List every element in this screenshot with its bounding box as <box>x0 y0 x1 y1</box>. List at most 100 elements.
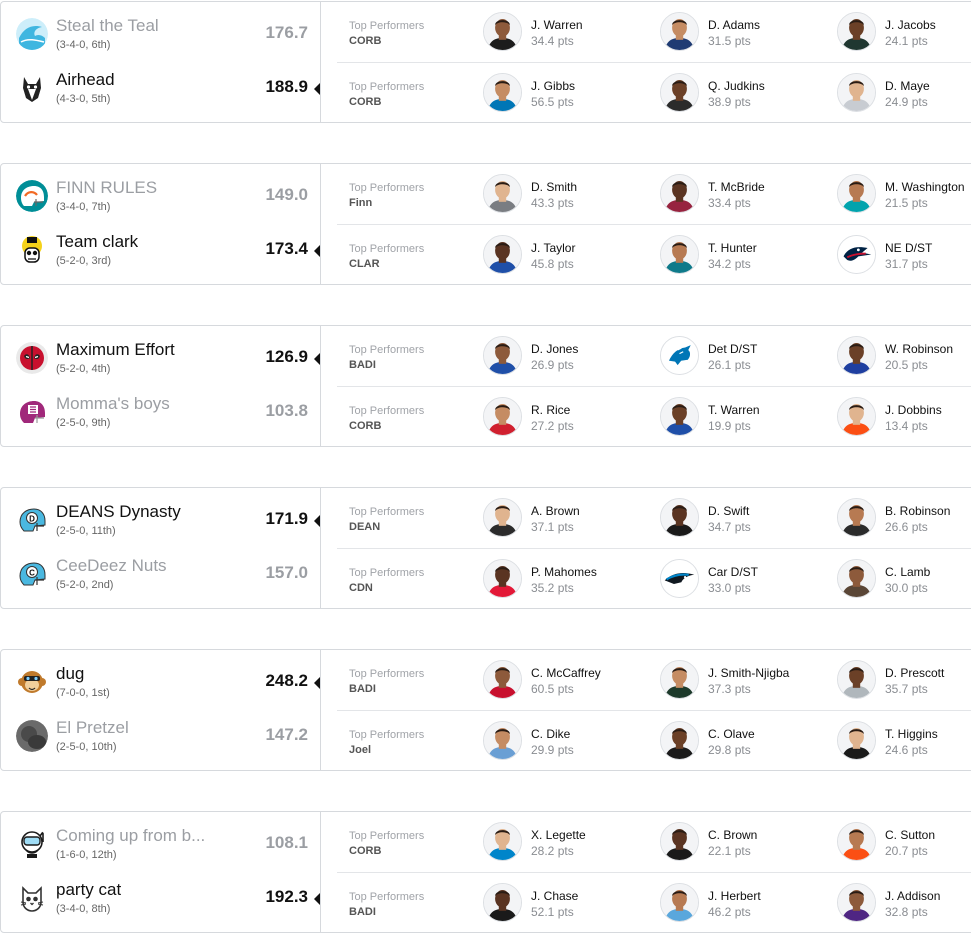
team-row[interactable]: C CeeDeez Nuts (5-2-0, 2nd) 157.0 <box>1 546 321 600</box>
player-card[interactable]: J. Chase 52.1 pts <box>483 883 658 923</box>
team-name[interactable]: Coming up from b... <box>56 826 205 846</box>
team-name[interactable]: Team clark <box>56 232 138 252</box>
team-row[interactable]: Maximum Effort (5-2-0, 4th) 126.9 <box>1 330 321 384</box>
player-card[interactable]: D. Jones 26.9 pts <box>483 336 658 376</box>
team-name[interactable]: Momma's boys <box>56 394 170 414</box>
player-card[interactable]: Det D/ST 26.1 pts <box>660 336 835 376</box>
player-name[interactable]: J. Taylor <box>531 241 575 255</box>
player-card[interactable]: T. Higgins 24.6 pts <box>837 721 971 761</box>
player-name[interactable]: C. Sutton <box>885 828 935 842</box>
team-row[interactable]: FINN RULES (3-4-0, 7th) 149.0 <box>1 168 321 222</box>
team-name[interactable]: Airhead <box>56 70 115 90</box>
player-name[interactable]: A. Brown <box>531 504 580 518</box>
player-name[interactable]: Car D/ST <box>708 565 758 579</box>
winner-arrow-icon <box>314 353 320 365</box>
player-name[interactable]: J. Gibbs <box>531 79 575 93</box>
player-name[interactable]: M. Washington <box>885 180 965 194</box>
player-name[interactable]: T. Hunter <box>708 241 757 255</box>
player-card[interactable]: T. Warren 19.9 pts <box>660 397 835 437</box>
player-name[interactable]: D. Maye <box>885 79 930 93</box>
player-card[interactable]: D. Adams 31.5 pts <box>660 12 835 52</box>
player-name[interactable]: T. Warren <box>708 403 760 417</box>
player-name[interactable]: D. Smith <box>531 180 577 194</box>
player-card[interactable]: C. Sutton 20.7 pts <box>837 822 971 862</box>
team-name[interactable]: El Pretzel <box>56 718 129 738</box>
player-card[interactable]: D. Maye 24.9 pts <box>837 73 971 113</box>
player-card[interactable]: J. Taylor 45.8 pts <box>483 235 658 275</box>
player-name[interactable]: Q. Judkins <box>708 79 765 93</box>
player-name[interactable]: D. Prescott <box>885 666 944 680</box>
player-name[interactable]: J. Herbert <box>708 889 761 903</box>
team-name[interactable]: CeeDeez Nuts <box>56 556 167 576</box>
player-card[interactable]: C. Olave 29.8 pts <box>660 721 835 761</box>
player-card[interactable]: J. Herbert 46.2 pts <box>660 883 835 923</box>
team-name[interactable]: party cat <box>56 880 121 900</box>
team-row[interactable]: dug (7-0-0, 1st) 248.2 <box>1 654 321 708</box>
player-card[interactable]: D. Smith 43.3 pts <box>483 174 658 214</box>
player-name[interactable]: J. Jacobs <box>885 18 936 32</box>
player-card[interactable]: D. Prescott 35.7 pts <box>837 660 971 700</box>
player-name[interactable]: W. Robinson <box>885 342 953 356</box>
player-card[interactable]: C. McCaffrey 60.5 pts <box>483 660 658 700</box>
player-card[interactable]: R. Rice 27.2 pts <box>483 397 658 437</box>
player-card[interactable]: C. Brown 22.1 pts <box>660 822 835 862</box>
team-row[interactable]: Coming up from b... (1-6-0, 12th) 108.1 <box>1 816 321 870</box>
player-card[interactable]: Q. Judkins 38.9 pts <box>660 73 835 113</box>
team-name[interactable]: DEANS Dynasty <box>56 502 181 522</box>
player-name[interactable]: P. Mahomes <box>531 565 597 579</box>
team-row[interactable]: Airhead (4-3-0, 5th) 188.9 <box>1 60 321 114</box>
player-card[interactable]: J. Jacobs 24.1 pts <box>837 12 971 52</box>
player-name[interactable]: C. McCaffrey <box>531 666 601 680</box>
player-name[interactable]: J. Smith-Njigba <box>708 666 789 680</box>
team-row[interactable]: D DEANS Dynasty (2-5-0, 11th) 171.9 <box>1 492 321 546</box>
player-card[interactable]: C. Lamb 30.0 pts <box>837 559 971 599</box>
player-name[interactable]: J. Addison <box>885 889 940 903</box>
player-name[interactable]: C. Lamb <box>885 565 930 579</box>
player-card[interactable]: P. Mahomes 35.2 pts <box>483 559 658 599</box>
player-card[interactable]: A. Brown 37.1 pts <box>483 498 658 538</box>
player-card[interactable]: J. Dobbins 13.4 pts <box>837 397 971 437</box>
player-name[interactable]: C. Olave <box>708 727 755 741</box>
player-card[interactable]: C. Dike 29.9 pts <box>483 721 658 761</box>
player-name[interactable]: C. Dike <box>531 727 570 741</box>
player-name[interactable]: D. Swift <box>708 504 749 518</box>
player-card[interactable]: J. Addison 32.8 pts <box>837 883 971 923</box>
player-card[interactable]: J. Smith-Njigba 37.3 pts <box>660 660 835 700</box>
player-name[interactable]: J. Dobbins <box>885 403 942 417</box>
player-card[interactable]: NE D/ST 31.7 pts <box>837 235 971 275</box>
player-name[interactable]: D. Jones <box>531 342 578 356</box>
player-card[interactable]: T. Hunter 34.2 pts <box>660 235 835 275</box>
team-row[interactable]: Steal the Teal (3-4-0, 6th) 176.7 <box>1 6 321 60</box>
player-card[interactable]: M. Washington 21.5 pts <box>837 174 971 214</box>
player-name[interactable]: C. Brown <box>708 828 757 842</box>
team-name[interactable]: Steal the Teal <box>56 16 159 36</box>
player-name[interactable]: R. Rice <box>531 403 570 417</box>
team-row[interactable]: Momma's boys (2-5-0, 9th) 103.8 <box>1 384 321 438</box>
player-points: 22.1 pts <box>708 844 751 858</box>
player-card[interactable]: J. Gibbs 56.5 pts <box>483 73 658 113</box>
player-name[interactable]: B. Robinson <box>885 504 950 518</box>
player-card[interactable]: B. Robinson 26.6 pts <box>837 498 971 538</box>
player-name[interactable]: Det D/ST <box>708 342 757 356</box>
winner-arrow-icon <box>314 677 320 689</box>
player-name[interactable]: J. Warren <box>531 18 583 32</box>
team-name[interactable]: dug <box>56 664 84 684</box>
team-row[interactable]: party cat (3-4-0, 8th) 192.3 <box>1 870 321 924</box>
team-row[interactable]: El Pretzel (2-5-0, 10th) 147.2 <box>1 708 321 762</box>
player-name[interactable]: D. Adams <box>708 18 760 32</box>
player-card[interactable]: T. McBride 33.4 pts <box>660 174 835 214</box>
player-name[interactable]: X. Legette <box>531 828 586 842</box>
player-card[interactable]: W. Robinson 20.5 pts <box>837 336 971 376</box>
player-name[interactable]: T. McBride <box>708 180 765 194</box>
team-name[interactable]: FINN RULES <box>56 178 157 198</box>
player-card[interactable]: Car D/ST 33.0 pts <box>660 559 835 599</box>
player-name[interactable]: J. Chase <box>531 889 578 903</box>
team-row[interactable]: Team clark (5-2-0, 3rd) 173.4 <box>1 222 321 276</box>
player-card[interactable]: J. Warren 34.4 pts <box>483 12 658 52</box>
player-card[interactable]: D. Swift 34.7 pts <box>660 498 835 538</box>
player-points: 20.5 pts <box>885 358 928 372</box>
team-name[interactable]: Maximum Effort <box>56 340 175 360</box>
player-name[interactable]: T. Higgins <box>885 727 938 741</box>
player-card[interactable]: X. Legette 28.2 pts <box>483 822 658 862</box>
player-name[interactable]: NE D/ST <box>885 241 932 255</box>
